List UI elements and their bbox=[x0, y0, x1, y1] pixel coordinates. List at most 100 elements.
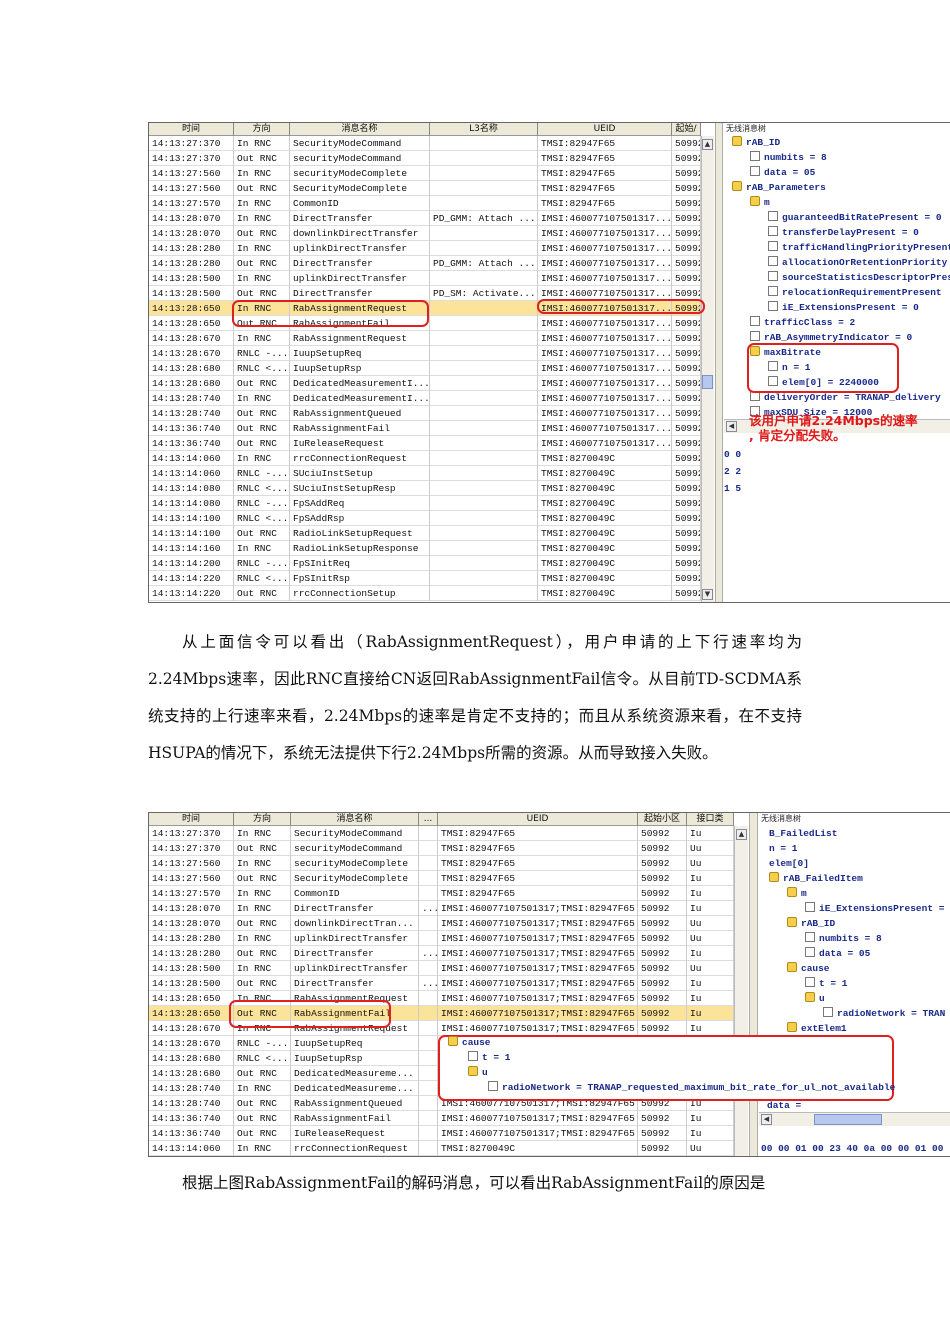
tree-node[interactable]: iE_ExtensionsPresent = bbox=[805, 901, 944, 916]
table-row[interactable]: 14:13:28:280 Out RNC DirectTransfer... IMSI… bbox=[149, 946, 734, 961]
table-row[interactable]: 14:13:27:560 Out RNC SecurityModeComplete T… bbox=[149, 181, 701, 196]
splitter[interactable] bbox=[715, 123, 723, 602]
table-row[interactable]: 14:13:36:740 Out RNC RabAssignmentFail IMSI… bbox=[149, 1111, 734, 1126]
table-row[interactable]: 14:13:28:070 Out RNC downlinkDirectTransfe… bbox=[149, 226, 701, 241]
table-row[interactable]: 14:13:28:280 Out RNC DirectTransfer PD_GMM:… bbox=[149, 256, 701, 271]
column-header[interactable]: 消息名称 bbox=[291, 813, 419, 826]
table-row[interactable]: 14:13:27:570 In RNC CommonID TMSI:82947F65 5… bbox=[149, 886, 734, 901]
table-row[interactable]: 14:13:28:670 In RNC RabAssignmentRequest IM… bbox=[149, 331, 701, 346]
table-row[interactable]: 14:13:27:560 In RNC securityModeComplete TM… bbox=[149, 166, 701, 181]
table-row[interactable]: 14:13:27:370 In RNC SecurityModeCommand TMS… bbox=[149, 136, 701, 151]
table-row[interactable]: 14:13:28:280 In RNC uplinkDirectTransfer IM… bbox=[149, 931, 734, 946]
table-row[interactable]: 14:13:28:070 In RNC DirectTransfer... IMSI:… bbox=[149, 901, 734, 916]
splitter[interactable] bbox=[749, 813, 758, 1156]
tree-node[interactable]: m bbox=[787, 886, 807, 901]
scroll-down-button[interactable]: ▼ bbox=[702, 589, 713, 600]
tree-node[interactable]: trafficHandlingPriorityPresent bbox=[768, 240, 950, 255]
table-row[interactable]: 14:13:14:160 In RNC RadioLinkSetupResponse… bbox=[149, 541, 701, 556]
table-row[interactable]: 14:13:36:740 Out RNC IuReleaseRequest IMSI:… bbox=[149, 436, 701, 451]
scroll-up-button[interactable]: ▲ bbox=[736, 829, 747, 840]
table-row[interactable]: 14:13:14:060 In RNC rrcConnectionRequest TM… bbox=[149, 1141, 734, 1156]
tree-node[interactable]: n = 1 bbox=[769, 841, 798, 856]
table-row[interactable]: 14:13:14:060 RNLC -... SUciuInstSetup TMSI:… bbox=[149, 466, 701, 481]
tree-node[interactable]: elem[0] bbox=[769, 856, 809, 871]
column-header[interactable]: UEID bbox=[438, 813, 638, 826]
table-row[interactable]: 14:13:28:740 Out RNC RabAssignmentQueued IM… bbox=[149, 406, 701, 421]
table-row[interactable]: 14:13:28:680 RNLC <... IuupSetupRsp IMSI:46… bbox=[149, 361, 701, 376]
tree-node[interactable]: relocationRequirementPresent bbox=[768, 285, 942, 300]
table-row[interactable]: 14:13:27:570 In RNC CommonID TMSI:82947F65 5… bbox=[149, 196, 701, 211]
tree-node[interactable]: cause bbox=[448, 1035, 491, 1050]
tree-node[interactable]: trafficClass = 2 bbox=[750, 315, 855, 330]
table-row[interactable]: 14:13:28:500 In RNC uplinkDirectTransfer IM… bbox=[149, 961, 734, 976]
table-row[interactable]: 14:13:28:500 Out RNC DirectTransfer... IMSI… bbox=[149, 976, 734, 991]
tree-node[interactable]: m bbox=[750, 195, 770, 210]
column-header[interactable]: 消息名称 bbox=[290, 123, 430, 136]
table-row[interactable]: 14:13:14:100 Out RNC RadioLinkSetupRequest… bbox=[149, 526, 701, 541]
table-row[interactable]: 14:13:27:370 In RNC SecurityModeCommand TMS… bbox=[149, 826, 734, 841]
tree-hscroll[interactable]: ◀ bbox=[759, 1112, 950, 1126]
tree-node[interactable]: numbits = 8 bbox=[805, 931, 882, 946]
column-header[interactable]: L3名称 bbox=[430, 123, 538, 136]
scroll-thumb[interactable] bbox=[702, 375, 713, 389]
tree-node[interactable]: iE_ExtensionsPresent = 0 bbox=[768, 300, 919, 315]
table-row[interactable]: 14:13:14:220 RNLC <... FpSInitRsp TMSI:8270… bbox=[149, 571, 701, 586]
table-scrollbar[interactable]: ▲ ▼ bbox=[701, 136, 714, 602]
table-row[interactable]: 14:13:14:060 In RNC rrcConnectionRequest TM… bbox=[149, 451, 701, 466]
column-header[interactable]: 时间 bbox=[149, 813, 234, 826]
table-row[interactable]: 14:13:14:100 RNLC <... FpSAddRsp TMSI:82700… bbox=[149, 511, 701, 526]
table-row[interactable]: 14:13:36:740 Out RNC RabAssignmentFail IMSI… bbox=[149, 421, 701, 436]
tree-node[interactable]: radioNetwork = TRAN bbox=[823, 1006, 945, 1021]
table-row[interactable]: 14:13:14:220 Out RNC rrcConnectionSetup TMS… bbox=[149, 586, 701, 601]
scroll-left-button[interactable]: ◀ bbox=[761, 1114, 772, 1125]
table-row[interactable]: 14:13:27:560 Out RNC SecurityModeComplete T… bbox=[149, 871, 734, 886]
table-row[interactable]: 14:13:28:680 Out RNC DedicatedMeasurementI… bbox=[149, 376, 701, 391]
column-header[interactable]: UEID bbox=[538, 123, 672, 136]
table-row[interactable]: 14:13:27:370 Out RNC securityModeCommand TM… bbox=[149, 151, 701, 166]
table-row[interactable]: 14:13:14:080 RNLC -... FpSAddReq TMSI:82700… bbox=[149, 496, 701, 511]
column-header[interactable]: 方向 bbox=[234, 813, 291, 826]
column-header[interactable]: 接口类 bbox=[687, 813, 734, 826]
tree-node[interactable]: numbits = 8 bbox=[750, 150, 827, 165]
tree-node[interactable]: transferDelayPresent = 0 bbox=[768, 225, 919, 240]
scroll-up-button[interactable]: ▲ bbox=[702, 139, 713, 150]
tree-node[interactable]: guaranteedBitRatePresent = 0 bbox=[768, 210, 942, 225]
scroll-left-button[interactable]: ◀ bbox=[726, 421, 737, 432]
table-row[interactable]: 14:13:14:080 RNLC <... SUciuInstSetupResp T… bbox=[149, 481, 701, 496]
table-row[interactable]: 14:13:28:500 In RNC uplinkDirectTransfer IM… bbox=[149, 271, 701, 286]
table-row[interactable]: 14:13:28:280 In RNC uplinkDirectTransfer IM… bbox=[149, 241, 701, 256]
tree-node[interactable]: data = 05 bbox=[805, 946, 870, 961]
column-header[interactable]: 方向 bbox=[234, 123, 290, 136]
table-row[interactable]: 14:13:14:200 RNLC -... FpSInitReq TMSI:8270… bbox=[149, 556, 701, 571]
tree-node[interactable]: rAB_FailedItem bbox=[769, 871, 863, 886]
table-row[interactable]: 14:13:28:070 In RNC DirectTransfer PD_GMM: … bbox=[149, 211, 701, 226]
tree-node[interactable]: sourceStatisticsDescriptorPresent bbox=[768, 270, 950, 285]
tree-node[interactable]: rAB_Parameters bbox=[732, 180, 826, 195]
tree-node[interactable]: cause bbox=[787, 961, 830, 976]
tree-node[interactable]: u bbox=[468, 1065, 488, 1080]
column-header[interactable]: 起始/ bbox=[672, 123, 701, 136]
table-cell: IMSI:460077107501317... bbox=[538, 271, 672, 286]
table-scrollbar[interactable]: ▲ bbox=[734, 826, 748, 1156]
table-row[interactable]: 14:13:28:740 In RNC DedicatedMeasurementI.… bbox=[149, 391, 701, 406]
tree-node[interactable]: allocationOrRetentionPriority bbox=[768, 255, 947, 270]
column-header[interactable]: ... bbox=[419, 813, 438, 826]
table-row[interactable]: 14:13:27:370 Out RNC securityModeCommand TM… bbox=[149, 841, 734, 856]
column-header[interactable]: 起始小区 bbox=[638, 813, 687, 826]
tree-node[interactable]: t = 1 bbox=[468, 1050, 511, 1065]
table-row[interactable]: 14:13:28:070 Out RNC downlinkDirectTran...… bbox=[149, 916, 734, 931]
tree-node[interactable]: B_FailedList bbox=[769, 826, 837, 841]
tree-node[interactable]: rAB_ID bbox=[787, 916, 835, 931]
table-row[interactable]: 14:13:36:740 Out RNC IuReleaseRequest IMSI:… bbox=[149, 1126, 734, 1141]
table-row[interactable]: 14:13:27:560 In RNC securityModeComplete TM… bbox=[149, 856, 734, 871]
hscroll-thumb[interactable] bbox=[814, 1114, 882, 1125]
tree-node[interactable]: radioNetwork = TRANAP_requested_maximum_… bbox=[488, 1080, 895, 1095]
tree-node[interactable]: extElem1 bbox=[787, 1021, 847, 1036]
tree-node[interactable]: t = 1 bbox=[805, 976, 848, 991]
column-header[interactable]: 时间 bbox=[149, 123, 234, 136]
table-row[interactable]: 14:13:28:670 RNLC -... IuupSetupReq IMSI:46… bbox=[149, 346, 701, 361]
tree-node[interactable]: u bbox=[805, 991, 825, 1006]
tree-node[interactable]: rAB_ID bbox=[732, 135, 780, 150]
tree-node[interactable]: data = 05 bbox=[750, 165, 815, 180]
table-cell: In RNC bbox=[234, 391, 290, 406]
